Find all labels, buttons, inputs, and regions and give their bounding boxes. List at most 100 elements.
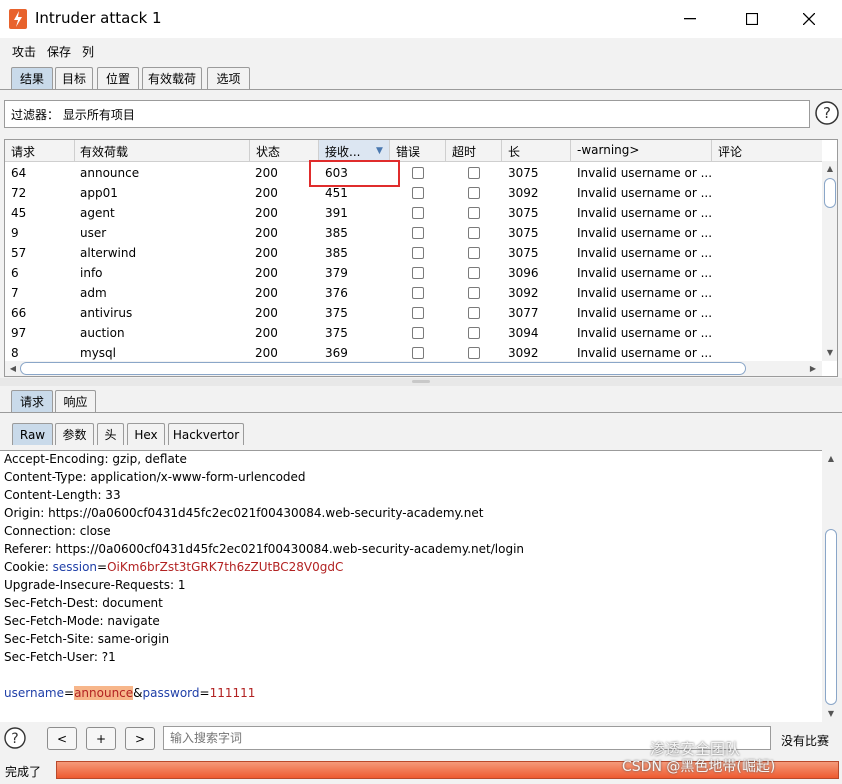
tab-results[interactable]: 结果 [11,67,53,89]
divider-grip[interactable] [412,380,430,383]
timeout-checkbox[interactable] [468,247,480,259]
editor-vscroll-thumb[interactable] [825,529,837,705]
col-comment[interactable]: 评论 [718,143,742,160]
table-row[interactable]: 8 mysql 200 369 3092 Invalid username or ... [5,343,822,363]
error-checkbox[interactable] [412,227,424,239]
table-hscroll-thumb[interactable] [20,362,746,375]
cell-payload: antivirus [80,306,133,320]
tab-payloads[interactable]: 有效载荷 [142,67,202,89]
table-vscroll-thumb[interactable] [824,178,836,208]
col-received[interactable]: 接收... [325,143,360,160]
watermark-csdn: CSDN @黑色地带(崛起) [622,759,776,775]
timeout-checkbox[interactable] [468,187,480,199]
timeout-checkbox[interactable] [468,227,480,239]
error-checkbox[interactable] [412,307,424,319]
cell-status: 200 [255,266,278,280]
cell-recv: 385 [325,226,348,240]
close-button[interactable] [786,0,832,38]
table-row[interactable]: 72 app01 200 451 3092 Invalid username or ... [5,183,822,203]
tab-hex[interactable]: Hex [127,423,165,445]
table-row[interactable]: 66 antivirus 200 375 3077 Invalid username or… [5,303,822,323]
timeout-checkbox[interactable] [468,167,480,179]
col-timeout[interactable]: 超时 [452,143,476,160]
error-checkbox[interactable] [412,207,424,219]
error-checkbox[interactable] [412,247,424,259]
cell-status: 200 [255,206,278,220]
cell-warning: Invalid username or ... [577,226,713,240]
table-row[interactable]: 57 alterwind 200 385 3075 Invalid username or… [5,243,822,263]
cookie-line: Cookie: session=OiKm6brZst3tGRK7th6zZUtB… [4,560,344,574]
scroll-left-icon[interactable]: ◀ [6,364,20,373]
col-payload[interactable]: 有效荷载 [80,143,128,160]
timeout-checkbox[interactable] [468,347,480,359]
editor-scroll-down-icon[interactable]: ▼ [824,709,838,718]
table-row[interactable]: 45 agent 200 391 3075 Invalid username or ... [5,203,822,223]
cell-len: 3075 [508,206,539,220]
error-checkbox[interactable] [412,347,424,359]
table-row[interactable]: 97 auction 200 375 3094 Invalid username or .… [5,323,822,343]
body-password-key: password [142,686,200,700]
error-checkbox[interactable] [412,187,424,199]
search-help-icon[interactable]: ? [4,727,26,749]
cell-warning: Invalid username or ... [577,186,713,200]
scroll-down-icon[interactable]: ▼ [823,348,837,357]
minimize-button[interactable] [667,0,713,38]
request-line: Sec-Fetch-Dest: document [4,596,163,610]
tab-options[interactable]: 选项 [207,67,250,89]
col-error[interactable]: 错误 [396,143,420,160]
search-add-button[interactable]: + [86,727,116,750]
maximize-button[interactable] [729,0,775,38]
tab-hackvertor[interactable]: Hackvertor [168,423,244,445]
cell-recv: 391 [325,206,348,220]
scroll-up-icon[interactable]: ▲ [823,164,837,173]
timeout-checkbox[interactable] [468,307,480,319]
table-row[interactable]: 9 user 200 385 3075 Invalid username or ... [5,223,822,243]
cell-recv: 375 [325,326,348,340]
editor-scroll-up-icon[interactable]: ▲ [824,454,838,463]
status-text: 完成了 [5,765,42,779]
timeout-checkbox[interactable] [468,327,480,339]
menu-save[interactable]: 保存 [47,43,71,60]
body-username-value: announce [74,686,134,700]
col-warning[interactable]: -warning> [577,143,639,157]
scroll-right-icon[interactable]: ▶ [806,364,820,373]
error-checkbox[interactable] [412,267,424,279]
tab-target[interactable]: 目标 [55,67,93,89]
table-row[interactable]: 7 adm 200 376 3092 Invalid username or ... [5,283,822,303]
help-icon[interactable]: ? [815,101,839,125]
cell-status: 200 [255,346,278,360]
filter-label: 过滤器： 显示所有项目 [11,108,135,122]
cell-payload: announce [80,166,140,180]
tab-positions[interactable]: 位置 [97,67,139,89]
col-length[interactable]: 长 [508,143,520,160]
tab-raw[interactable]: Raw [12,423,53,445]
cell-len: 3094 [508,326,539,340]
error-checkbox[interactable] [412,167,424,179]
tab-params[interactable]: 参数 [55,423,94,445]
cell-warning: Invalid username or ... [577,326,713,340]
col-request[interactable]: 请求 [11,143,35,160]
cell-recv: 369 [325,346,348,360]
cell-status: 200 [255,306,278,320]
timeout-checkbox[interactable] [468,267,480,279]
cell-status: 200 [255,326,278,340]
cell-len: 3077 [508,306,539,320]
tab-request[interactable]: 请求 [11,390,53,412]
table-row[interactable]: 6 info 200 379 3096 Invalid username or ... [5,263,822,283]
cell-req: 8 [11,346,19,360]
tabs-divider [0,89,842,90]
timeout-checkbox[interactable] [468,207,480,219]
tab-headers[interactable]: 头 [97,423,124,445]
tab-response[interactable]: 响应 [55,390,96,412]
search-prev-button[interactable]: < [47,727,77,750]
menu-columns[interactable]: 列 [82,43,94,60]
cell-recv: 375 [325,306,348,320]
search-next-button[interactable]: > [125,727,155,750]
table-row[interactable]: 64 announce 200 603 3075 Invalid username or … [5,163,822,183]
error-checkbox[interactable] [412,287,424,299]
menu-attack[interactable]: 攻击 [12,43,36,60]
col-status[interactable]: 状态 [256,143,280,160]
error-checkbox[interactable] [412,327,424,339]
cell-recv: 451 [325,186,348,200]
timeout-checkbox[interactable] [468,287,480,299]
